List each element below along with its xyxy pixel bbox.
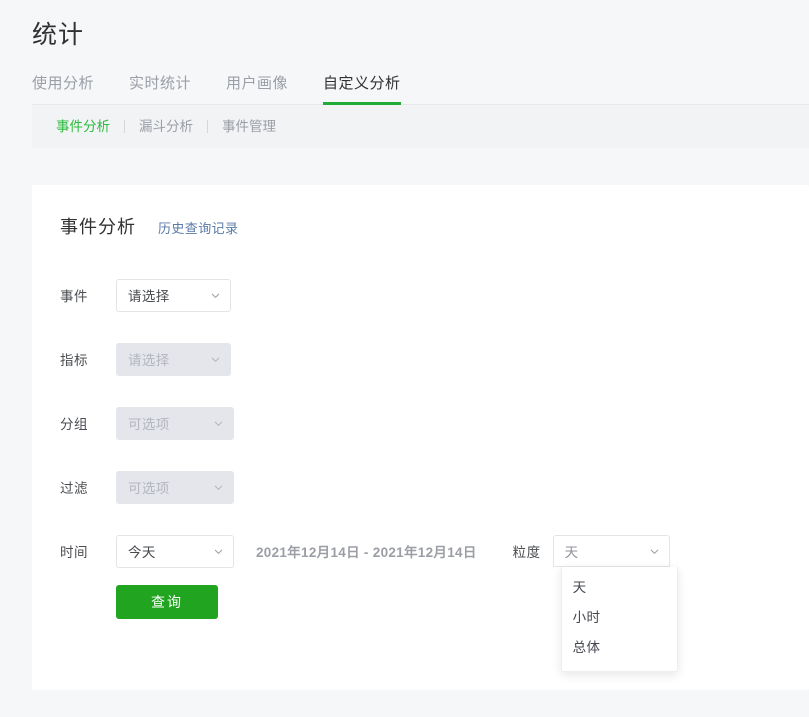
subnav-item-event-management[interactable]: 事件管理	[208, 117, 290, 137]
metric-select[interactable]: 请选择	[116, 342, 231, 376]
form-label-event: 事件	[60, 289, 88, 304]
granularity-select[interactable]: 天	[552, 535, 670, 567]
filter-select-value: 可选项	[128, 481, 170, 496]
time-range-select[interactable]: 今天	[116, 534, 234, 568]
group-select-value: 可选项	[128, 417, 170, 432]
tab-user-profile[interactable]: 用户画像	[226, 75, 288, 104]
granularity-group: 粒度 天 天 小时 总体	[512, 535, 678, 672]
chevron-down-icon	[649, 546, 660, 557]
top-tabs-container: 使用分析 实时统计 用户画像 自定义分析	[0, 66, 809, 105]
time-range-value: 今天	[128, 545, 156, 560]
chevron-down-icon	[213, 418, 224, 429]
granularity-option-day[interactable]: 天	[562, 573, 677, 603]
history-query-link[interactable]: 历史查询记录	[158, 218, 238, 237]
top-tabs: 使用分析 实时统计 用户画像 自定义分析	[32, 66, 809, 105]
sub-navigation: 事件分析 漏斗分析 事件管理	[32, 105, 809, 148]
query-button[interactable]: 查询	[116, 585, 218, 619]
tab-custom-analysis[interactable]: 自定义分析	[323, 75, 401, 105]
granularity-option-hour[interactable]: 小时	[562, 603, 677, 633]
card-header: 事件分析 历史查询记录	[60, 213, 781, 239]
chevron-down-icon	[213, 546, 224, 557]
tab-realtime-stats[interactable]: 实时统计	[129, 75, 191, 104]
filter-select[interactable]: 可选项	[116, 470, 234, 504]
subnav-item-funnel-analysis[interactable]: 漏斗分析	[125, 117, 207, 137]
chevron-down-icon	[210, 290, 221, 301]
tab-label: 实时统计	[129, 75, 192, 92]
group-select[interactable]: 可选项	[116, 406, 234, 440]
metric-select-value: 请选择	[128, 353, 170, 368]
chevron-down-icon	[210, 354, 221, 365]
page-header: 统计	[0, 0, 809, 52]
date-range-text: 2021年12月14日 - 2021年12月14日	[256, 545, 477, 560]
page-title: 统计	[32, 21, 85, 49]
card-content: 事件分析 历史查询记录 事件 请选择 指标 请选择 分组 可选项 过滤 可选项 …	[32, 185, 809, 672]
form-label-group: 分组	[60, 417, 88, 432]
tab-label: 自定义分析	[323, 75, 401, 92]
subnav-item-event-analysis[interactable]: 事件分析	[42, 117, 124, 137]
event-select-value: 请选择	[128, 289, 170, 304]
form-row-metric: 指标 请选择	[60, 327, 781, 391]
event-analysis-card: 事件分析 历史查询记录 事件 请选择 指标 请选择 分组 可选项 过滤 可选项 …	[32, 185, 809, 690]
granularity-value: 天	[564, 545, 579, 560]
form-label-filter: 过滤	[60, 481, 88, 496]
granularity-label: 粒度	[512, 545, 541, 560]
granularity-dropdown-menu: 天 小时 总体	[560, 567, 678, 672]
chevron-down-icon	[213, 482, 224, 493]
form-row-group: 分组 可选项	[60, 391, 781, 455]
form-row-event: 事件 请选择	[60, 263, 781, 327]
tab-label: 用户画像	[226, 75, 289, 92]
tab-label: 使用分析	[32, 75, 95, 92]
form-label-time: 时间	[60, 545, 88, 560]
form-label-metric: 指标	[60, 353, 88, 368]
form-row-filter: 过滤 可选项	[60, 455, 781, 519]
tab-usage-analysis[interactable]: 使用分析	[32, 75, 94, 104]
analysis-form: 事件 请选择 指标 请选择 分组 可选项 过滤 可选项 时间 今天 2021年1…	[60, 263, 781, 672]
card-title: 事件分析	[60, 217, 136, 237]
event-select[interactable]: 请选择	[116, 278, 231, 312]
granularity-option-total[interactable]: 总体	[562, 633, 677, 663]
form-row-time: 时间 今天 2021年12月14日 - 2021年12月14日 粒度 天 天 小…	[60, 519, 781, 672]
